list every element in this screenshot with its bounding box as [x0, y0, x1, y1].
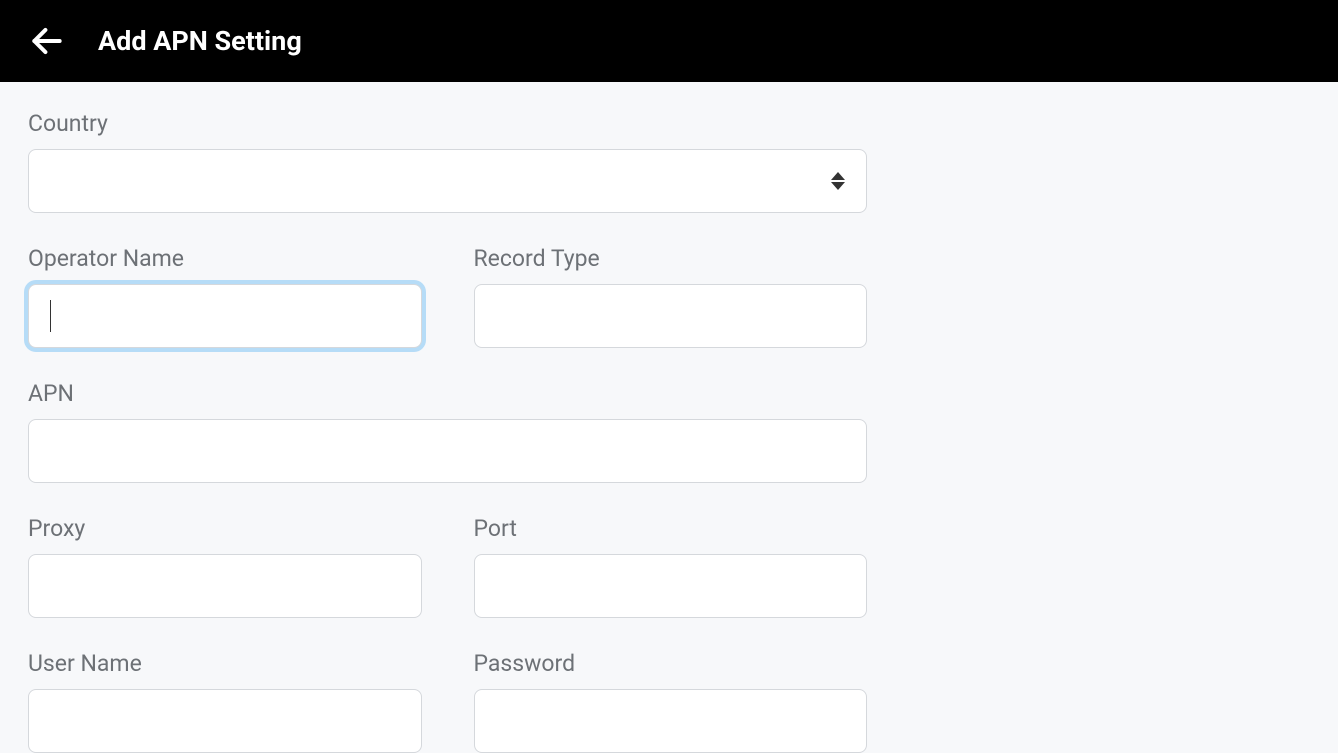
record-type-input[interactable] [474, 284, 868, 348]
proxy-label: Proxy [28, 515, 422, 542]
apn-label: APN [28, 380, 867, 407]
password-group: Password [474, 650, 868, 753]
password-input[interactable] [474, 689, 868, 753]
record-type-label: Record Type [474, 245, 868, 272]
apn-group: APN [28, 380, 867, 483]
operator-name-group: Operator Name [28, 245, 422, 348]
apn-input[interactable] [28, 419, 867, 483]
operator-name-input-wrapper [28, 284, 422, 348]
password-label: Password [474, 650, 868, 677]
user-name-input[interactable] [28, 689, 422, 753]
arrow-left-icon [28, 22, 66, 60]
back-button[interactable] [28, 22, 66, 60]
country-select[interactable] [28, 149, 867, 213]
user-name-group: User Name [28, 650, 422, 753]
port-label: Port [474, 515, 868, 542]
text-cursor [50, 300, 51, 332]
apn-form: Country Operator Name Record Type APN P [0, 82, 895, 753]
operator-name-input[interactable] [28, 284, 422, 348]
user-name-label: User Name [28, 650, 422, 677]
page-header: Add APN Setting [0, 0, 1338, 82]
operator-name-label: Operator Name [28, 245, 422, 272]
port-group: Port [474, 515, 868, 618]
proxy-input[interactable] [28, 554, 422, 618]
record-type-group: Record Type [474, 245, 868, 348]
page-title: Add APN Setting [98, 25, 302, 57]
proxy-group: Proxy [28, 515, 422, 618]
country-label: Country [28, 110, 867, 137]
port-input[interactable] [474, 554, 868, 618]
country-group: Country [28, 110, 867, 213]
country-select-wrapper [28, 149, 867, 213]
